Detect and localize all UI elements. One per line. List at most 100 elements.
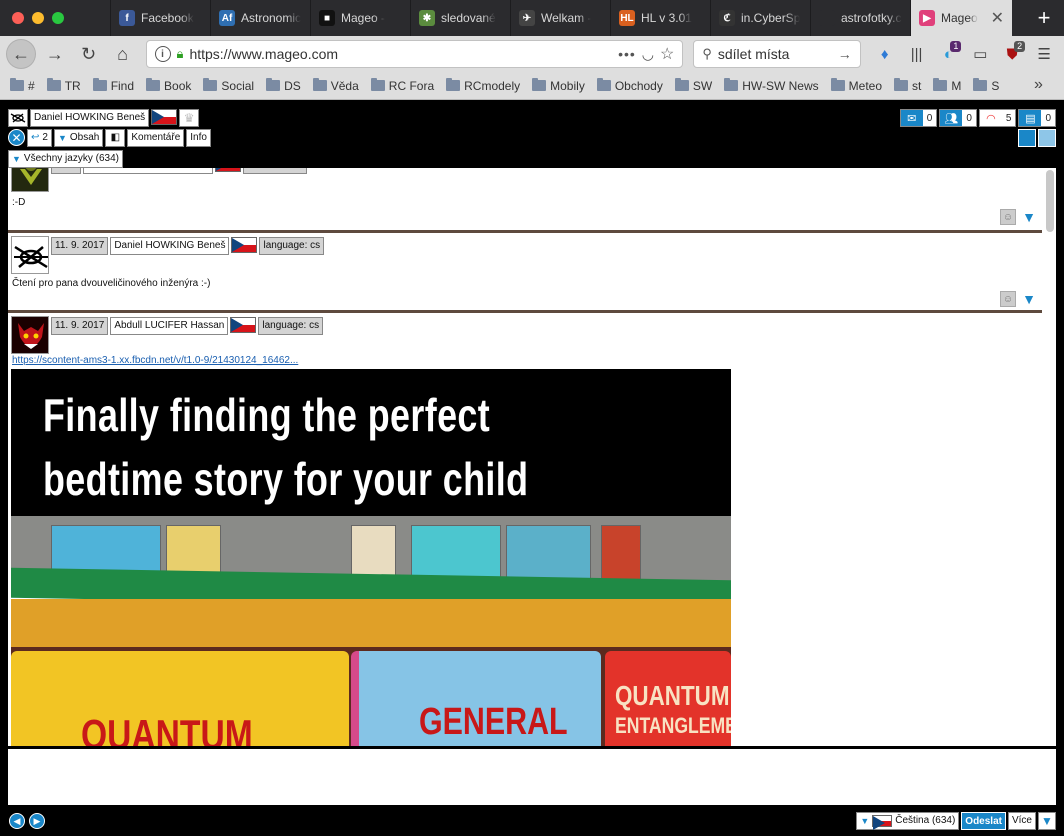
bookmark-item[interactable]: TR (46, 78, 81, 93)
bookmark-label: M (951, 78, 962, 93)
emoji-face-icon[interactable]: ☺ (1000, 209, 1016, 225)
browser-tab[interactable]: ■ Mageo - (310, 0, 410, 36)
bookmarks-overflow-icon[interactable]: » (1034, 76, 1054, 94)
sync-icon[interactable]: ♦ (871, 40, 899, 68)
list-view-icon[interactable] (1038, 129, 1056, 147)
bookmark-item[interactable]: M (933, 78, 962, 93)
post-author-chip[interactable] (83, 168, 213, 174)
sidebar-icon[interactable]: ▭ (966, 40, 994, 68)
bookmark-label: Věda (330, 78, 359, 93)
extension-icon[interactable]: ◐ 1 (935, 40, 963, 68)
folder-icon (596, 78, 611, 91)
forward-button[interactable]: → (40, 39, 70, 69)
facebook-icon: f (119, 10, 135, 26)
more-button[interactable]: Více (1007, 812, 1036, 830)
close-tab-icon[interactable]: ✕ (991, 8, 1004, 28)
close-window-button[interactable] (12, 12, 24, 24)
tab-label: Mageo (941, 11, 978, 25)
folder-icon (312, 78, 327, 91)
bookmark-item[interactable]: Book (146, 78, 191, 93)
mageo-logo-icon[interactable] (8, 109, 28, 127)
avatar[interactable] (11, 316, 49, 354)
ublock-icon[interactable]: ⛊ 2 (998, 40, 1026, 68)
user-name[interactable]: Daniel HOWKING Beneš (30, 109, 150, 127)
browser-tab[interactable]: ✱ sledované (410, 0, 510, 36)
browser-tab[interactable]: ✈ Welkam - (510, 0, 610, 36)
avatar[interactable] (11, 236, 49, 274)
post-image[interactable]: Finally finding the perfect bedtime stor… (11, 369, 731, 746)
language-select[interactable]: ▼ Čeština (634) (856, 812, 960, 830)
browser-tab[interactable]: HL HL v 3.01 (610, 0, 710, 36)
browser-tab[interactable]: f Facebook (110, 0, 210, 36)
post-meta: 11. 9. 2017 Daniel HOWKING Beneš languag… (51, 237, 325, 255)
bookmark-item[interactable]: Find (92, 78, 134, 93)
bookmark-item[interactable]: Věda (312, 78, 359, 93)
browser-tab[interactable]: ▶ Mageo ✕ (910, 0, 1012, 36)
send-button[interactable]: Odeslat (961, 812, 1006, 830)
library-icon[interactable]: ||| (903, 40, 931, 68)
feed-scrollbar[interactable] (1046, 170, 1054, 232)
friends-counter[interactable]: 👥︎ 0 (939, 109, 977, 127)
message-compose-field[interactable] (8, 747, 1056, 805)
browser-tab[interactable]: astrofotky.cz (810, 0, 910, 36)
prev-arrow-icon[interactable]: ◀ (9, 813, 25, 829)
bookmark-item[interactable]: st (894, 78, 921, 93)
bookmark-star-icon[interactable]: ☆ (660, 44, 674, 64)
pocket-icon[interactable]: ◡ (642, 46, 654, 63)
search-text[interactable]: sdílet místa (718, 46, 832, 62)
stats-bar: ✉ 0 👥︎ 0 ◠ 5 ▤ 0 (899, 109, 1056, 127)
post-link[interactable]: https://scontent-ams3-1.xx.fbcdn.net/v/t… (12, 355, 298, 366)
bookmark-item[interactable]: DS (266, 78, 301, 93)
crown-icon[interactable]: ♛ (179, 109, 200, 127)
avatar[interactable] (11, 168, 49, 192)
browser-tab[interactable]: ℭin.CyberSp (710, 0, 810, 36)
minimize-window-button[interactable] (32, 12, 44, 24)
bookmark-item[interactable]: RC Fora (370, 78, 434, 93)
bookmark-item[interactable]: Meteo (830, 78, 882, 93)
comments-button[interactable]: Komentáře (127, 129, 185, 147)
maximize-window-button[interactable] (52, 12, 64, 24)
browser-tab[interactable]: Af Astronomic (210, 0, 310, 36)
sledovane-icon: ✱ (419, 10, 435, 26)
film-counter[interactable]: ▤ 0 (1018, 109, 1056, 127)
triangle-down-icon[interactable]: ▼ (1038, 812, 1056, 830)
url-text[interactable]: https://www.mageo.com (189, 46, 612, 62)
bookmark-item[interactable]: SW (674, 78, 713, 93)
post-author[interactable]: Abdull LUCIFER Hassan (110, 317, 229, 335)
bookmark-item[interactable]: RCmodely (446, 78, 520, 93)
layout-toggle[interactable]: ◧ (105, 129, 126, 147)
bookmark-item[interactable]: Obchody (596, 78, 663, 93)
post-feed[interactable]: :-D ☺ ▼ 11. 9. 2017 Daniel HOWKING Beneš… (8, 168, 1056, 746)
reply-button[interactable]: ↩ 2 (27, 129, 52, 147)
url-bar[interactable]: i 🔒︎ https://www.mageo.com ••• ◡ ☆ (145, 40, 684, 68)
folder-icon (532, 78, 547, 91)
new-tab-button[interactable]: + (1024, 0, 1064, 36)
bookmark-label: SW (692, 78, 713, 93)
home-button[interactable]: ⌂ (108, 39, 138, 69)
close-circle-icon[interactable]: ✕ (8, 129, 25, 146)
content-dropdown[interactable]: ▼ Obsah (53, 129, 104, 147)
reload-button[interactable]: ↻ (74, 39, 104, 69)
triangle-down-icon[interactable]: ▼ (1020, 291, 1038, 307)
bookmark-item[interactable]: S (973, 78, 999, 93)
bookmark-item[interactable]: Mobily (532, 78, 585, 93)
next-arrow-icon[interactable]: ▶ (29, 813, 45, 829)
messages-counter[interactable]: ✉ 0 (899, 109, 938, 127)
bookmark-item[interactable]: HW-SW News (724, 78, 819, 93)
search-go-icon[interactable]: → (838, 46, 852, 62)
post-author[interactable]: Daniel HOWKING Beneš (110, 237, 230, 255)
back-button[interactable]: ← (6, 39, 36, 69)
bookmark-label: # (28, 78, 35, 93)
menu-icon[interactable]: ☰ (1030, 40, 1058, 68)
signal-counter[interactable]: ◠ 5 (978, 109, 1017, 127)
bookmark-item[interactable]: Social (203, 78, 254, 93)
emoji-face-icon[interactable]: ☺ (1000, 291, 1016, 307)
language-filter-dropdown[interactable]: ▼ Všechny jazyky (634) (8, 150, 123, 168)
page-actions-icon[interactable]: ••• (618, 46, 636, 62)
triangle-down-icon[interactable]: ▼ (1020, 209, 1038, 225)
info-button[interactable]: Info (186, 129, 211, 147)
bookmark-item[interactable]: # (10, 78, 35, 93)
split-view-icon[interactable] (1018, 129, 1036, 147)
info-icon[interactable]: i (154, 46, 171, 62)
search-input[interactable]: ⚲ sdílet místa → (693, 40, 861, 68)
